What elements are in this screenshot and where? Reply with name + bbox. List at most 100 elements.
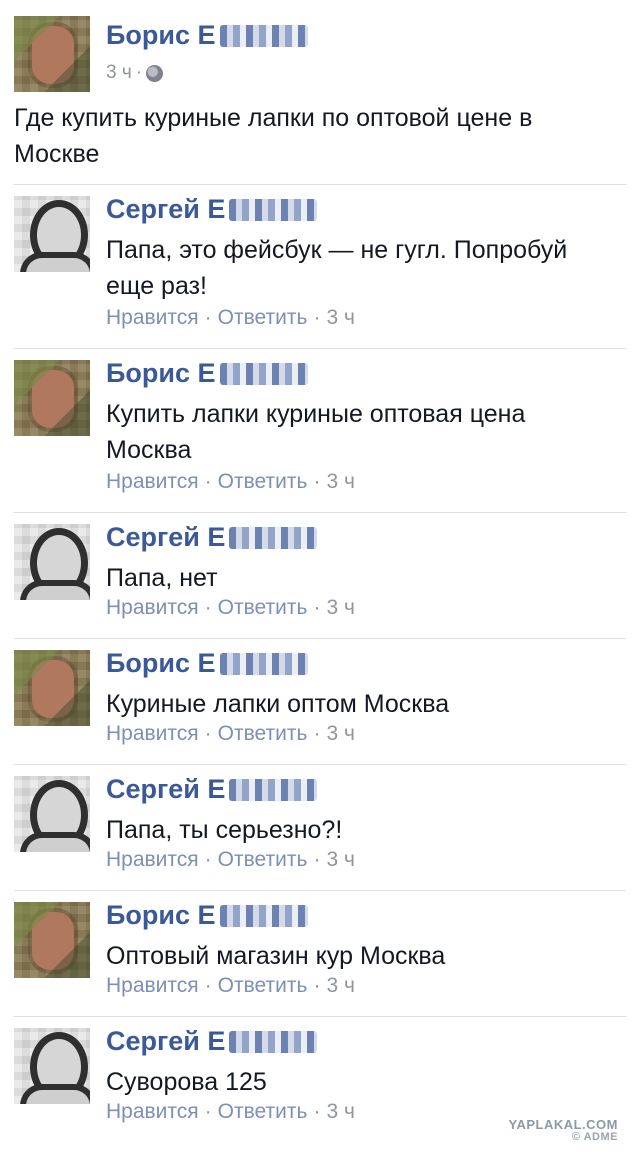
divider (14, 890, 626, 891)
like-link[interactable]: Нравится (106, 470, 199, 493)
comment-actions: Нравится · Ответить · 3 ч (106, 596, 355, 620)
blurred-surname (219, 24, 308, 47)
watermark: YAPLAKAL.COM © ADME (508, 1118, 618, 1144)
comment-time[interactable]: 3 ч (326, 722, 354, 745)
action-separator: · (313, 596, 321, 619)
comment: Сергей Е Папа, ты серьезно?! Нравится · От… (0, 766, 640, 890)
divider (14, 184, 626, 185)
action-separator: · (313, 848, 321, 871)
reply-link[interactable]: Ответить (218, 470, 308, 493)
comment-author-name[interactable]: Сергей Е (106, 522, 225, 553)
comment-author-row: Борис Е (106, 648, 308, 679)
action-separator: · (204, 722, 212, 745)
post-author-name[interactable]: Борис Е (106, 20, 216, 51)
action-separator: · (313, 722, 321, 745)
action-separator: · (204, 1100, 212, 1123)
comment-text: Оптовый магазин кур Москва (106, 942, 446, 970)
avatar[interactable] (14, 196, 90, 272)
comment-time[interactable]: 3 ч (326, 596, 354, 619)
blurred-surname (229, 778, 318, 801)
comment-text: Папа, это фейсбук — не гугл. Попробуй ещ… (106, 236, 568, 300)
watermark-source: © ADME (571, 1131, 618, 1143)
action-separator: · (204, 306, 212, 329)
post-author-row: Борис Е (106, 20, 308, 51)
avatar[interactable] (14, 16, 90, 92)
post-text: Где купить куриные лапки по оптовой цене… (14, 104, 533, 168)
reply-link[interactable]: Ответить (218, 848, 308, 871)
comment-text: Куриные лапки оптом Москва (106, 690, 450, 718)
reply-link[interactable]: Ответить (218, 722, 308, 745)
comment-time[interactable]: 3 ч (326, 848, 354, 871)
comment: Сергей Е Папа, нет Нравится · Ответить · 3 ч (0, 514, 640, 638)
like-link[interactable]: Нравится (106, 596, 199, 619)
globe-icon[interactable] (146, 64, 164, 82)
comment-author-row: Сергей Е (106, 1026, 318, 1057)
comment-author-row: Борис Е (106, 900, 308, 931)
avatar[interactable] (14, 650, 90, 726)
action-separator: · (313, 306, 321, 329)
comment-author-name[interactable]: Сергей Е (106, 1026, 225, 1057)
comment-author-name[interactable]: Борис Е (106, 900, 216, 931)
comment: Борис Е Куриные лапки оптом Москва Нрави… (0, 640, 640, 764)
comment-author-name[interactable]: Сергей Е (106, 774, 225, 805)
action-separator: · (313, 470, 321, 493)
avatar[interactable] (14, 902, 90, 978)
action-separator: · (313, 974, 321, 997)
divider (14, 512, 626, 513)
reply-link[interactable]: Ответить (218, 974, 308, 997)
comment: Борис Е Купить лапки куриные оптовая цен… (0, 350, 640, 512)
divider (14, 638, 626, 639)
comment-text: Папа, нет (106, 564, 218, 592)
reply-link[interactable]: Ответить (218, 1100, 308, 1123)
blurred-surname (219, 362, 308, 385)
like-link[interactable]: Нравится (106, 848, 199, 871)
avatar[interactable] (14, 360, 90, 436)
comment-actions: Нравится · Ответить · 3 ч (106, 974, 355, 998)
comment-author-name[interactable]: Борис Е (106, 358, 216, 389)
blurred-surname (219, 904, 308, 927)
comment-author-row: Борис Е (106, 358, 308, 389)
divider (14, 764, 626, 765)
like-link[interactable]: Нравится (106, 1100, 199, 1123)
reply-link[interactable]: Ответить (218, 596, 308, 619)
comment-actions: Нравится · Ответить · 3 ч (106, 1100, 355, 1124)
comment-author-name[interactable]: Борис Е (106, 648, 216, 679)
blurred-surname (229, 526, 318, 549)
comment-text: Купить лапки куриные оптовая цена Москва (106, 400, 526, 464)
comment-text: Суворова 125 (106, 1068, 267, 1096)
comment-actions: Нравится · Ответить · 3 ч (106, 848, 355, 872)
divider (14, 348, 626, 349)
comment-time[interactable]: 3 ч (326, 306, 354, 329)
comment-actions: Нравится · Ответить · 3 ч (106, 470, 355, 494)
like-link[interactable]: Нравится (106, 306, 199, 329)
reply-link[interactable]: Ответить (218, 306, 308, 329)
comment-actions: Нравится · Ответить · 3 ч (106, 722, 355, 746)
comment-author-row: Сергей Е (106, 774, 318, 805)
watermark-site: YAPLAKAL.COM (508, 1117, 618, 1132)
avatar[interactable] (14, 524, 90, 600)
comment-author-name[interactable]: Сергей Е (106, 194, 225, 225)
comment-actions: Нравится · Ответить · 3 ч (106, 306, 355, 330)
meta-separator: · (135, 62, 143, 83)
post: Борис Е 3 ч · Где купить куриные лапки п… (0, 0, 640, 185)
like-link[interactable]: Нравится (106, 974, 199, 997)
comment-time[interactable]: 3 ч (326, 470, 354, 493)
comment-text: Папа, ты серьезно?! (106, 816, 343, 844)
comment-time[interactable]: 3 ч (326, 1100, 354, 1123)
comment-author-row: Сергей Е (106, 522, 318, 553)
blurred-surname (219, 652, 308, 675)
action-separator: · (204, 470, 212, 493)
blurred-surname (229, 1030, 318, 1053)
post-meta: 3 ч · (106, 62, 164, 84)
comment: Сергей Е Папа, это фейсбук — не гугл. По… (0, 186, 640, 348)
comment-author-row: Сергей Е (106, 194, 318, 225)
like-link[interactable]: Нравится (106, 722, 199, 745)
action-separator: · (313, 1100, 321, 1123)
divider (14, 1016, 626, 1017)
action-separator: · (204, 974, 212, 997)
action-separator: · (204, 848, 212, 871)
post-time[interactable]: 3 ч (106, 62, 132, 84)
avatar[interactable] (14, 1028, 90, 1104)
avatar[interactable] (14, 776, 90, 852)
comment-time[interactable]: 3 ч (326, 974, 354, 997)
